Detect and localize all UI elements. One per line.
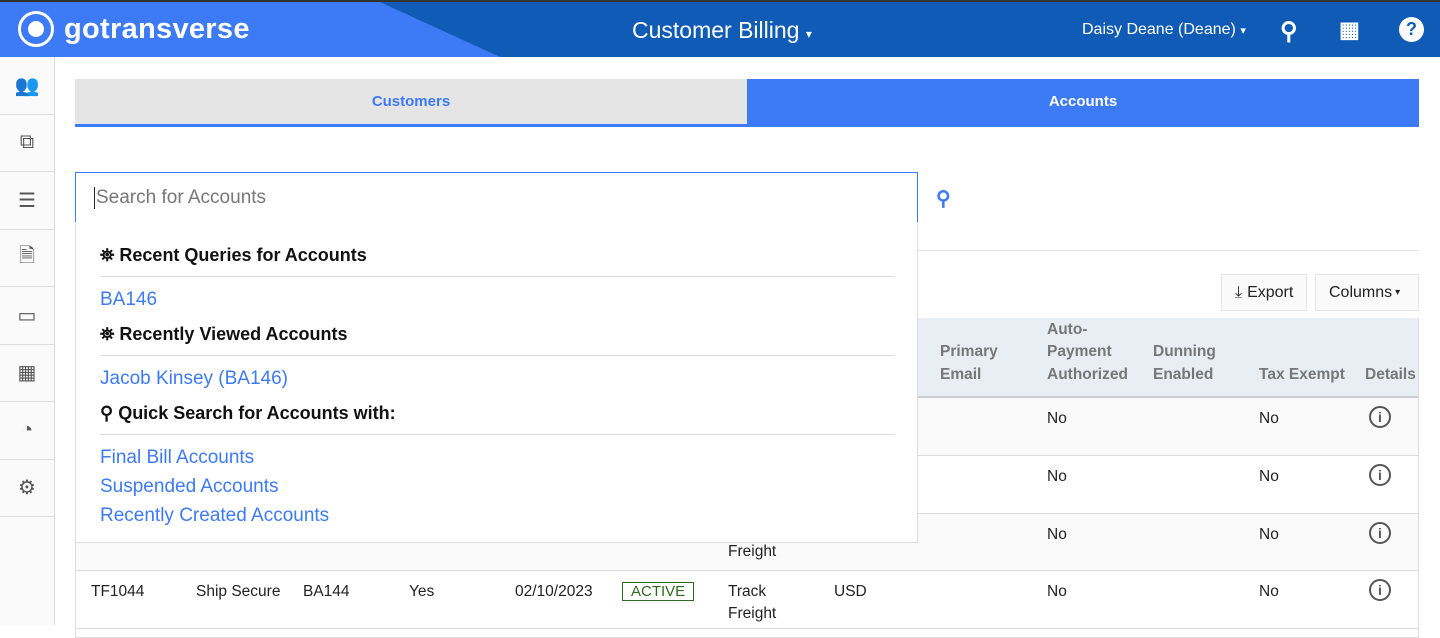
tax-exempt-cell: No: [1259, 468, 1279, 485]
date-cell: 02/10/2023: [515, 583, 593, 600]
bill-cycle-cell: Track Freight: [728, 583, 777, 622]
quick-search-link-final-bill[interactable]: Final Bill Accounts: [100, 447, 254, 469]
search-input[interactable]: Search for Accounts: [75, 172, 918, 223]
status-badge: ACTIVE: [622, 582, 695, 601]
quick-search-link-recently-created[interactable]: Recently Created Accounts: [100, 505, 329, 527]
bill-cycle-cell: Freight: [728, 543, 777, 560]
col-auto-payment[interactable]: Auto- Payment Authorized: [1047, 319, 1128, 387]
col-primary-email[interactable]: Primary Email: [940, 341, 998, 386]
currency-cell: USD: [834, 583, 867, 600]
sidebar-item-documents[interactable]: 🗎: [0, 230, 54, 287]
server-icon: ☰: [18, 189, 36, 212]
table-row: TF1044 Ship Secure BA144 Yes 02/10/2023 …: [76, 571, 1418, 629]
search-button-icon[interactable]: ⚲: [936, 186, 951, 211]
sidebar: 👥 ⧉ ☰ 🗎 ▭ ▦ ◔ ⚙: [0, 57, 55, 625]
gear-icon: ⚙: [18, 477, 36, 500]
auto-payment-cell: No: [1047, 526, 1067, 543]
apps-grid-icon[interactable]: ▦: [1339, 17, 1360, 43]
sidebar-item-customers[interactable]: 👥: [0, 57, 54, 115]
tabs: Customers Accounts: [75, 79, 1419, 127]
app-switcher[interactable]: Customer Billing ▾: [632, 17, 812, 44]
top-bar: gotransverse Customer Billing ▾ Daisy De…: [0, 0, 1440, 57]
col-details: Details: [1365, 365, 1416, 383]
credit-card-icon: ▭: [17, 304, 37, 327]
dashboard-icon: ◔: [20, 418, 34, 441]
flag-cell: Yes: [409, 583, 435, 600]
recent-queries-heading: ⛯ Recent Queries for Accounts: [100, 245, 895, 277]
sidebar-item-dashboard[interactable]: ◔: [0, 402, 54, 460]
user-menu[interactable]: Daisy Deane (Deane) ▾: [1082, 21, 1246, 39]
search-icon[interactable]: ⚲: [1280, 17, 1298, 46]
logo[interactable]: gotransverse: [18, 11, 250, 47]
binoculars-icon: ⛯: [100, 324, 120, 344]
auto-payment-cell: No: [1047, 410, 1067, 427]
recent-query-link[interactable]: BA146: [100, 289, 157, 311]
id-cell[interactable]: TF1044: [91, 581, 144, 603]
tax-exempt-cell: No: [1259, 526, 1279, 543]
users-icon: 👥: [14, 74, 40, 97]
logo-icon: [18, 11, 54, 47]
info-icon[interactable]: i: [1369, 579, 1391, 601]
document-icon: 🗎: [18, 244, 36, 267]
columns-button[interactable]: Columns ▾: [1315, 274, 1419, 311]
search-icon: ⚲: [100, 403, 119, 423]
sidebar-item-copy[interactable]: ⧉: [0, 115, 54, 172]
info-icon[interactable]: i: [1369, 464, 1391, 486]
tax-exempt-cell: No: [1259, 583, 1279, 600]
recently-viewed-link[interactable]: Jacob Kinsey (BA146): [100, 368, 288, 390]
help-icon[interactable]: ?: [1399, 17, 1424, 42]
search-suggestions-dropdown: ⛯ Recent Queries for Accounts BA146 ⛯ Re…: [75, 222, 918, 543]
col-dunning[interactable]: Dunning Enabled: [1153, 341, 1216, 386]
sidebar-item-server[interactable]: ☰: [0, 172, 54, 230]
tab-accounts[interactable]: Accounts: [747, 79, 1419, 124]
col-tax-exempt[interactable]: Tax Exempt: [1259, 364, 1345, 387]
sidebar-item-settings[interactable]: ⚙: [0, 460, 54, 517]
binoculars-icon: ⛯: [100, 245, 120, 265]
calculator-icon: ▦: [17, 362, 37, 385]
info-icon[interactable]: i: [1369, 406, 1391, 428]
tax-exempt-cell: No: [1259, 410, 1279, 427]
info-icon[interactable]: i: [1369, 522, 1391, 544]
quick-search-link-suspended[interactable]: Suspended Accounts: [100, 476, 279, 498]
tab-customers[interactable]: Customers: [75, 79, 747, 124]
quick-search-heading: ⚲ Quick Search for Accounts with:: [100, 403, 895, 435]
sidebar-item-payments[interactable]: ▭: [0, 287, 54, 345]
auto-payment-cell: No: [1047, 468, 1067, 485]
auto-payment-cell: No: [1047, 583, 1067, 600]
name-cell: Ship Secure: [196, 583, 281, 600]
recently-viewed-heading: ⛯ Recently Viewed Accounts: [100, 324, 895, 356]
download-icon: ⤓: [1235, 283, 1243, 301]
export-button[interactable]: ⤓ Export: [1221, 274, 1308, 311]
sidebar-item-calculator[interactable]: ▦: [0, 345, 54, 402]
account-cell: BA144: [303, 583, 350, 600]
copy-icon: ⧉: [19, 131, 35, 154]
